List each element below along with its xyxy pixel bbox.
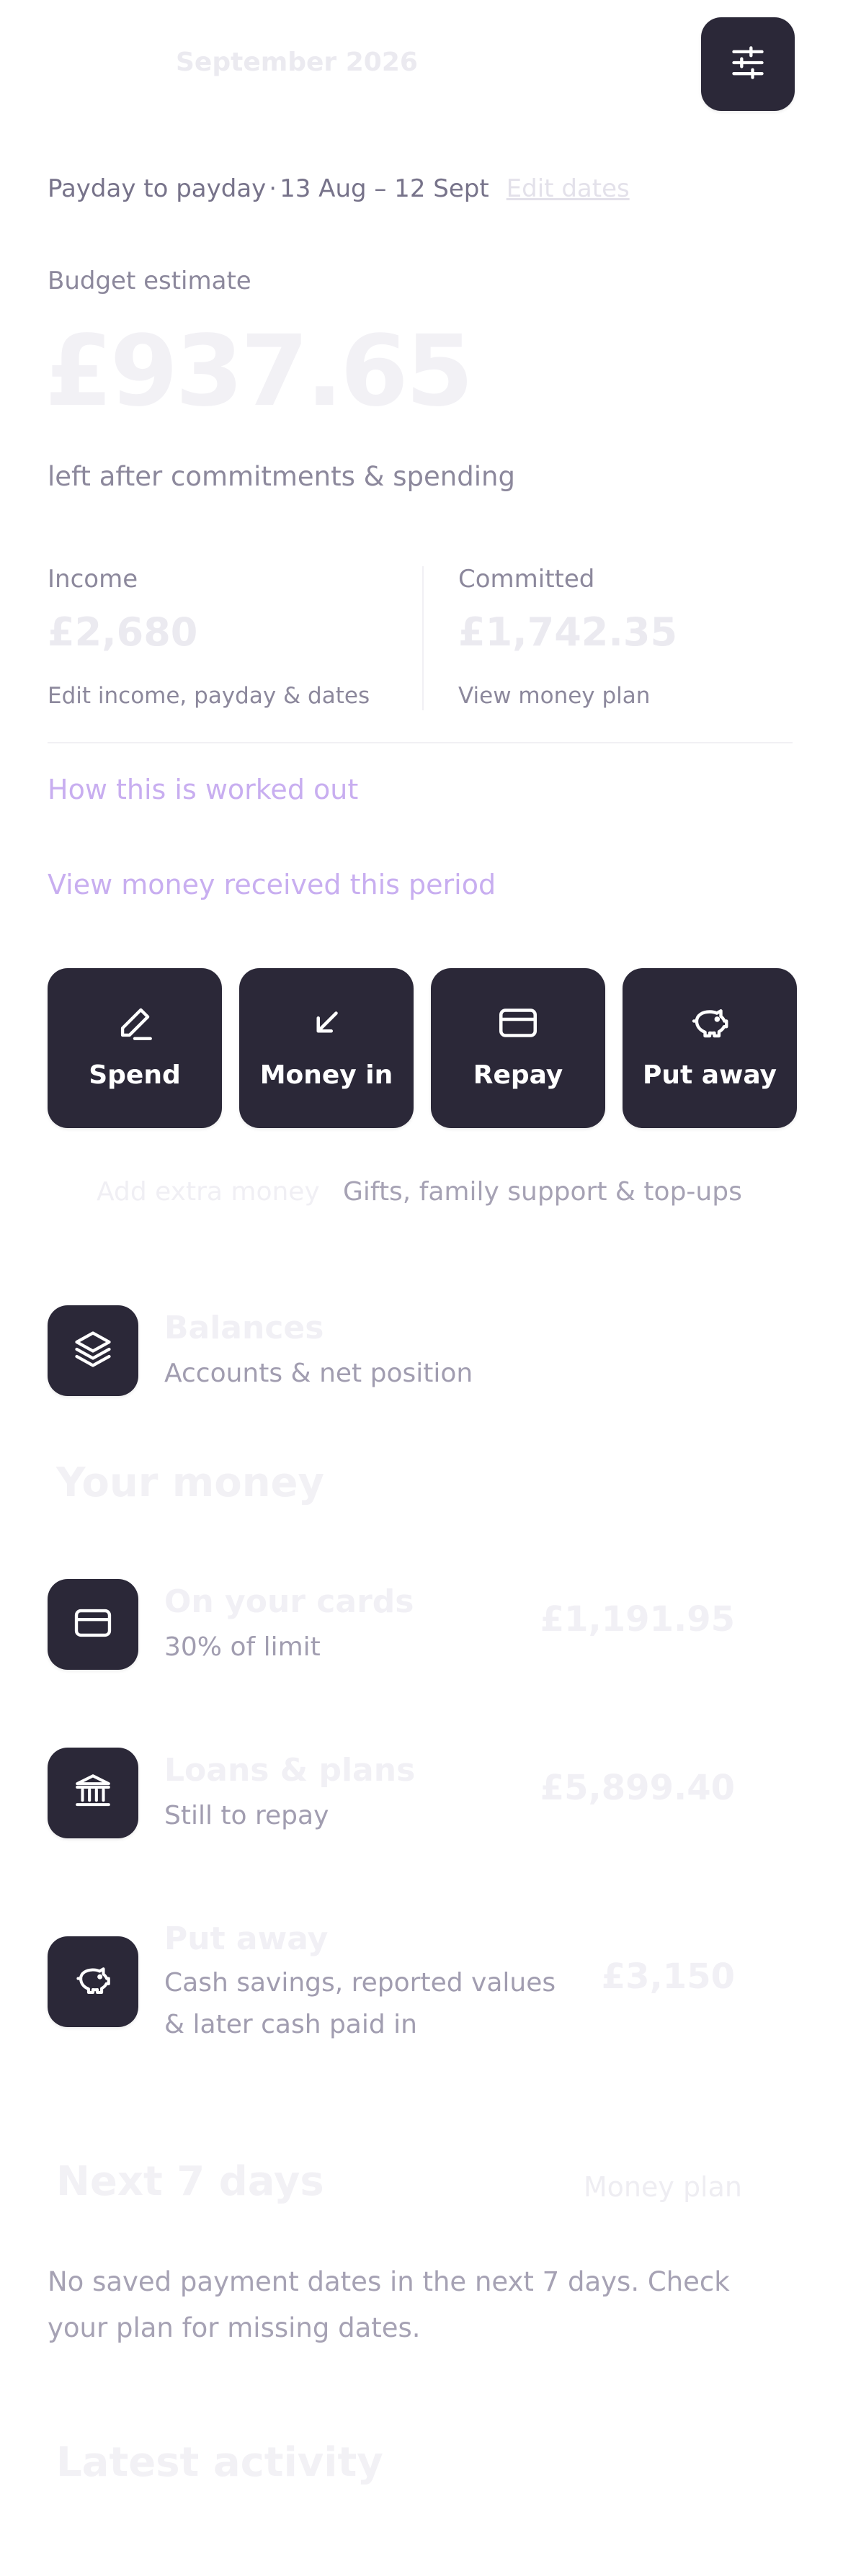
extra-money-subtitle: Gifts, family support & top-ups — [343, 1177, 742, 1207]
add-extra-money-link[interactable]: Add extra money — [97, 1177, 320, 1207]
balances-title[interactable]: Balances — [164, 1310, 324, 1346]
cards-amount: £1,191.95 — [540, 1599, 735, 1640]
period-range: 13 Aug – 12 Sept — [280, 174, 489, 203]
section-divider — [48, 742, 793, 743]
money-plan-link[interactable]: Money plan — [584, 2171, 742, 2203]
next-7-days-heading: Next 7 days — [56, 2158, 324, 2205]
view-money-plan-link[interactable]: View money plan — [458, 683, 650, 709]
balances-subtitle: Accounts & net position — [164, 1359, 473, 1388]
income-amount: £2,680 — [48, 609, 198, 655]
put-away-label: Put away — [643, 1060, 777, 1090]
budget-label: Budget estimate — [48, 267, 251, 295]
spend-label: Spend — [89, 1060, 181, 1090]
sliders-icon — [729, 44, 767, 84]
period-row: Payday to payday · 13 Aug – 12 Sept Edit… — [48, 174, 630, 203]
edit-income-link[interactable]: Edit income, payday & dates — [48, 683, 370, 709]
repay-label: Repay — [473, 1060, 563, 1090]
period-label: Payday to payday — [48, 174, 267, 203]
bank-icon — [72, 1771, 114, 1815]
stat-divider — [422, 566, 424, 710]
budget-amount: £937.65 — [45, 315, 473, 429]
filter-button[interactable] — [701, 17, 795, 111]
put-away-subtitle: Cash savings, reported values & later ca… — [164, 1968, 556, 2039]
how-worked-out-link[interactable]: How this is worked out — [48, 774, 358, 805]
repay-button[interactable]: Repay — [431, 968, 605, 1128]
cards-tile[interactable] — [48, 1579, 138, 1670]
put-away-title[interactable]: Put away — [164, 1920, 328, 1957]
layers-icon — [71, 1328, 115, 1374]
your-money-heading: Your money — [56, 1459, 325, 1506]
money-in-button[interactable]: Money in — [239, 968, 414, 1128]
card-icon — [72, 1602, 114, 1647]
arrow-down-left-icon — [307, 1001, 346, 1045]
edit-dates-link[interactable]: Edit dates — [507, 174, 630, 203]
loans-subtitle: Still to repay — [164, 1801, 329, 1830]
put-away-button[interactable]: Put away — [623, 968, 797, 1128]
income-label: Income — [48, 565, 138, 594]
committed-label: Committed — [458, 565, 595, 594]
money-in-label: Money in — [259, 1060, 393, 1090]
budget-subtitle: left after commitments & spending — [48, 461, 515, 492]
piggy-bank-icon — [687, 1001, 732, 1045]
cards-title[interactable]: On your cards — [164, 1583, 414, 1620]
cards-subtitle: 30% of limit — [164, 1632, 321, 1662]
balances-tile[interactable] — [48, 1305, 138, 1396]
latest-activity-heading: Latest activity — [56, 2439, 383, 2486]
pen-icon — [114, 1001, 156, 1045]
spend-button[interactable]: Spend — [48, 968, 222, 1128]
put-away-amount: £3,150 — [601, 1956, 735, 1997]
committed-amount: £1,742.35 — [458, 609, 678, 655]
card-icon — [496, 1001, 540, 1045]
piggy-bank-icon — [72, 1959, 114, 2004]
money-received-link[interactable]: View money received this period — [48, 869, 496, 900]
loans-tile[interactable] — [48, 1748, 138, 1838]
next-7-days-empty-text: No saved payment dates in the next 7 day… — [48, 2266, 730, 2343]
month-title: September 2026 — [176, 48, 418, 77]
put-away-tile[interactable] — [48, 1936, 138, 2027]
period-separator: · — [269, 174, 277, 203]
loans-amount: £5,899.40 — [540, 1768, 735, 1808]
loans-title[interactable]: Loans & plans — [164, 1752, 415, 1789]
